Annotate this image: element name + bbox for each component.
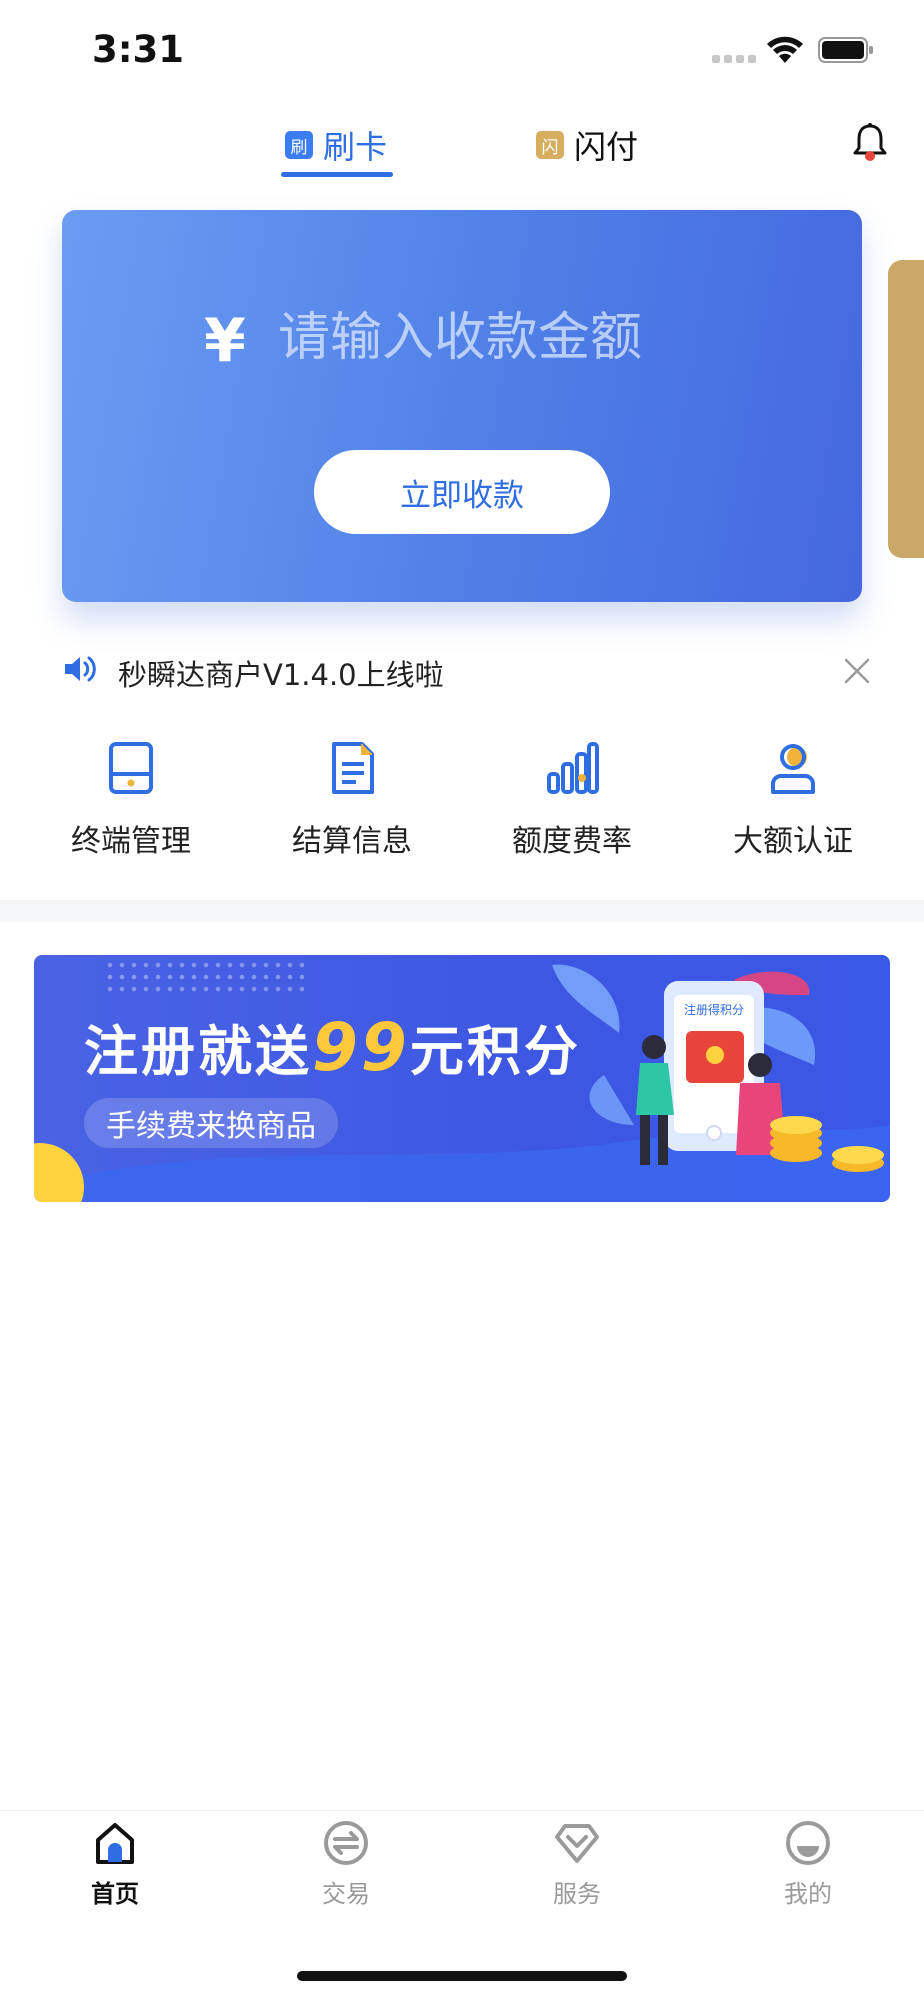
status-time: 3:31	[92, 28, 185, 71]
tabbar-services[interactable]: 服务	[512, 1820, 642, 1920]
quickpay-badge-icon: 闪	[536, 131, 564, 159]
shortcut-terminal-management[interactable]: 终端管理	[31, 740, 231, 860]
profile-icon	[786, 1821, 830, 1865]
tabbar-profile[interactable]: 我的	[743, 1820, 873, 1920]
promo-banner[interactable]: 注册得积分 注册就送99元积分 手续费来换商品	[34, 955, 890, 1202]
notification-bell-icon[interactable]	[850, 122, 890, 164]
active-tab-indicator	[281, 172, 393, 177]
banner-subtitle: 手续费来换商品	[84, 1098, 338, 1148]
document-icon	[332, 742, 374, 794]
tab-quick-pay[interactable]: 闪 闪付	[536, 120, 638, 170]
cellular-signal-icon	[712, 55, 756, 63]
banner-title-suffix: 元积分	[409, 1020, 581, 1083]
home-icon	[96, 1823, 134, 1864]
tabbar-label: 我的	[784, 1880, 832, 1908]
announcement-text[interactable]: 秒瞬达商户V1.4.0上线啦	[118, 652, 444, 694]
swipe-badge-icon: 刷	[285, 131, 313, 159]
bar-chart-icon	[547, 742, 599, 794]
diamond-icon	[555, 1824, 599, 1863]
shortcut-large-amount-verification[interactable]: 大额认证	[693, 740, 893, 860]
shortcut-limit-rate[interactable]: 额度费率	[472, 740, 672, 860]
next-card-peek[interactable]	[888, 260, 924, 558]
tabbar-transactions[interactable]: 交易	[281, 1820, 411, 1920]
tabbar-home[interactable]: 首页	[50, 1820, 180, 1920]
currency-symbol: ¥	[204, 306, 246, 376]
tabbar-label: 服务	[553, 1880, 601, 1908]
shortcut-label: 结算信息	[292, 824, 412, 859]
shortcut-label: 额度费率	[512, 824, 632, 859]
collect-now-button[interactable]: 立即收款	[314, 450, 610, 534]
banner-title-number: 99	[312, 1009, 410, 1086]
banner-title-prefix: 注册就送	[84, 1020, 312, 1083]
tabbar-label: 首页	[91, 1880, 139, 1908]
close-icon[interactable]	[842, 656, 872, 686]
tabbar-label: 交易	[322, 1880, 370, 1908]
banner-title: 注册就送99元积分	[84, 1007, 581, 1086]
speaker-icon	[65, 656, 96, 682]
tab-swipe-card-label: 刷卡	[323, 128, 388, 166]
terminal-icon	[109, 742, 153, 794]
user-verify-icon	[771, 744, 815, 794]
shortcut-label: 终端管理	[71, 824, 191, 859]
exchange-icon	[324, 1821, 368, 1865]
section-divider	[0, 900, 924, 922]
tab-quick-pay-label: 闪付	[574, 128, 639, 166]
phone-screen-text: 注册得积分	[683, 1003, 744, 1017]
shortcut-label: 大额认证	[733, 824, 853, 859]
wifi-icon	[767, 36, 803, 63]
tab-swipe-card[interactable]: 刷 刷卡	[285, 120, 387, 170]
home-indicator[interactable]	[297, 1971, 627, 1981]
shortcut-settlement-info[interactable]: 结算信息	[252, 740, 452, 860]
battery-icon	[818, 37, 873, 63]
collection-card	[62, 210, 862, 602]
amount-input[interactable]	[278, 300, 798, 376]
